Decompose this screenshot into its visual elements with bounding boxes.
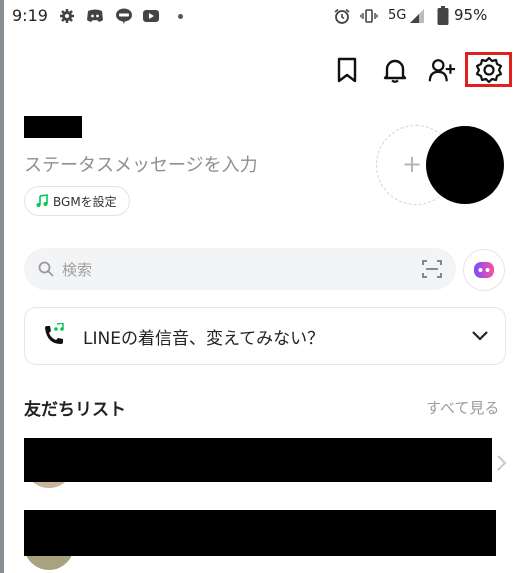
see-all-link[interactable]: すべて見る — [426, 397, 499, 418]
avatar-redacted[interactable] — [426, 126, 504, 204]
chevron-right-icon — [497, 455, 507, 471]
gear-icon — [60, 9, 74, 23]
add-friend-icon[interactable] — [428, 56, 456, 84]
search-bar[interactable]: 検索 — [24, 248, 456, 290]
ai-bot-icon — [474, 262, 494, 278]
battery-percent: 95% — [454, 6, 488, 24]
qr-scan-icon[interactable] — [422, 260, 442, 278]
ringtone-banner[interactable]: LINEの着信音、変えてみない？ — [24, 307, 506, 365]
line-icon — [116, 8, 132, 24]
profile-name-redacted — [24, 116, 82, 138]
friends-section-title: 友だちリスト — [24, 400, 126, 420]
vibrate-icon — [360, 9, 378, 23]
status-time: 9:19 — [12, 6, 48, 25]
alarm-icon — [334, 8, 350, 24]
signal-icon — [410, 9, 424, 23]
chevron-down-icon[interactable] — [471, 330, 489, 342]
left-edge-rule — [0, 0, 4, 573]
add-plus-icon: + — [402, 150, 423, 178]
banner-text: LINEの着信音、変えてみない？ — [83, 328, 325, 349]
search-placeholder: 検索 — [62, 260, 93, 279]
battery-icon — [437, 6, 449, 25]
ai-assistant-button[interactable] — [463, 249, 505, 291]
bell-icon[interactable] — [381, 56, 409, 84]
more-notifications-dot — [178, 14, 183, 19]
friend-row-redacted[interactable] — [24, 510, 496, 556]
music-note-icon — [36, 194, 48, 207]
search-icon — [38, 261, 54, 277]
settings-icon[interactable] — [475, 56, 503, 84]
network-type: 5G — [388, 8, 407, 23]
discord-icon — [87, 9, 103, 22]
bgm-button[interactable]: BGMを設定 — [24, 186, 130, 216]
status-message-input[interactable]: ステータスメッセージを入力 — [24, 151, 258, 177]
phone-music-icon — [45, 323, 64, 344]
youtube-icon — [143, 10, 159, 22]
bgm-label: BGMを設定 — [53, 194, 117, 209]
bookmark-icon[interactable] — [333, 56, 361, 84]
friend-row-redacted[interactable] — [24, 438, 492, 482]
